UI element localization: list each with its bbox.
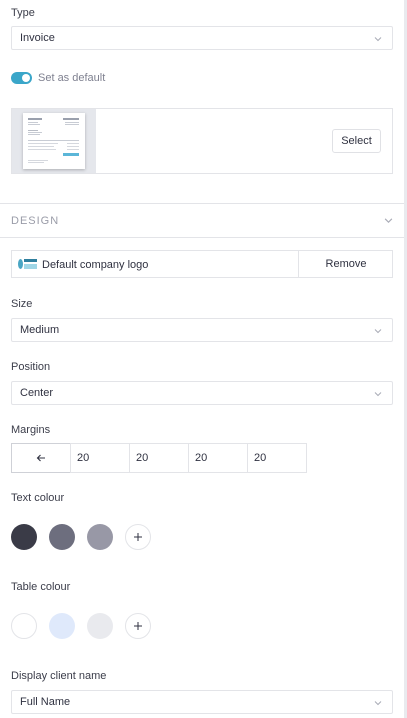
plus-icon	[134, 622, 142, 630]
margin-bottom-input[interactable]: 20	[188, 443, 248, 473]
company-logo-icon	[18, 259, 37, 269]
plus-icon	[134, 533, 142, 541]
chevron-down-icon	[374, 37, 382, 42]
chevron-down-icon	[374, 392, 382, 397]
margin-top-input[interactable]: 20	[70, 443, 130, 473]
size-select[interactable]: Medium	[11, 318, 393, 342]
set-default-row: Set as default	[11, 71, 105, 85]
text-colour-swatch-medium[interactable]	[49, 524, 75, 550]
add-table-colour-button[interactable]	[125, 613, 151, 639]
position-label: Position	[11, 361, 51, 373]
arrow-left-icon	[36, 454, 45, 462]
text-colour-swatch-light[interactable]	[87, 524, 113, 550]
template-preview-box: Select	[11, 108, 393, 174]
margin-right-input[interactable]: 20	[129, 443, 189, 473]
margin-side-toggle-button[interactable]	[11, 443, 71, 473]
design-section-title: DESIGN	[11, 215, 60, 227]
type-select-value: Invoice	[20, 32, 55, 44]
text-colour-swatch-dark[interactable]	[11, 524, 37, 550]
company-logo-name: Default company logo	[42, 259, 149, 271]
table-colour-swatch-white[interactable]	[11, 613, 37, 639]
select-template-button[interactable]: Select	[332, 129, 381, 153]
template-thumbnail	[12, 109, 96, 173]
divider	[0, 237, 404, 238]
chevron-down-icon	[374, 329, 382, 334]
design-collapse-chevron-icon[interactable]	[384, 216, 393, 225]
size-select-value: Medium	[20, 324, 60, 336]
remove-logo-button[interactable]: Remove	[299, 251, 393, 277]
chevron-down-icon	[374, 701, 382, 706]
margin-left-input[interactable]: 20	[247, 443, 307, 473]
table-colour-swatch-blue[interactable]	[49, 613, 75, 639]
position-select[interactable]: Center	[11, 381, 393, 405]
add-text-colour-button[interactable]	[125, 524, 151, 550]
position-select-value: Center	[20, 387, 54, 399]
type-select[interactable]: Invoice	[11, 26, 393, 50]
invoice-thumbnail-image	[23, 113, 85, 169]
invoice-template-settings-panel: Type Invoice Set as default Select DESIG…	[0, 0, 404, 718]
display-client-name-select[interactable]: Full Name	[11, 690, 393, 714]
text-colour-label: Text colour	[11, 492, 65, 504]
company-logo-row: Default company logo Remove	[11, 250, 393, 278]
margins-inputs: 20 20 20 20	[11, 443, 307, 473]
set-default-label: Set as default	[38, 72, 106, 84]
set-default-toggle[interactable]	[11, 72, 32, 84]
size-label: Size	[11, 298, 33, 310]
margins-label: Margins	[11, 424, 51, 436]
display-client-name-value: Full Name	[20, 696, 71, 708]
display-client-name-label: Display client name	[11, 670, 107, 682]
divider	[0, 203, 404, 204]
table-colour-label: Table colour	[11, 581, 71, 593]
type-label: Type	[11, 7, 35, 19]
table-colour-swatch-gray[interactable]	[87, 613, 113, 639]
